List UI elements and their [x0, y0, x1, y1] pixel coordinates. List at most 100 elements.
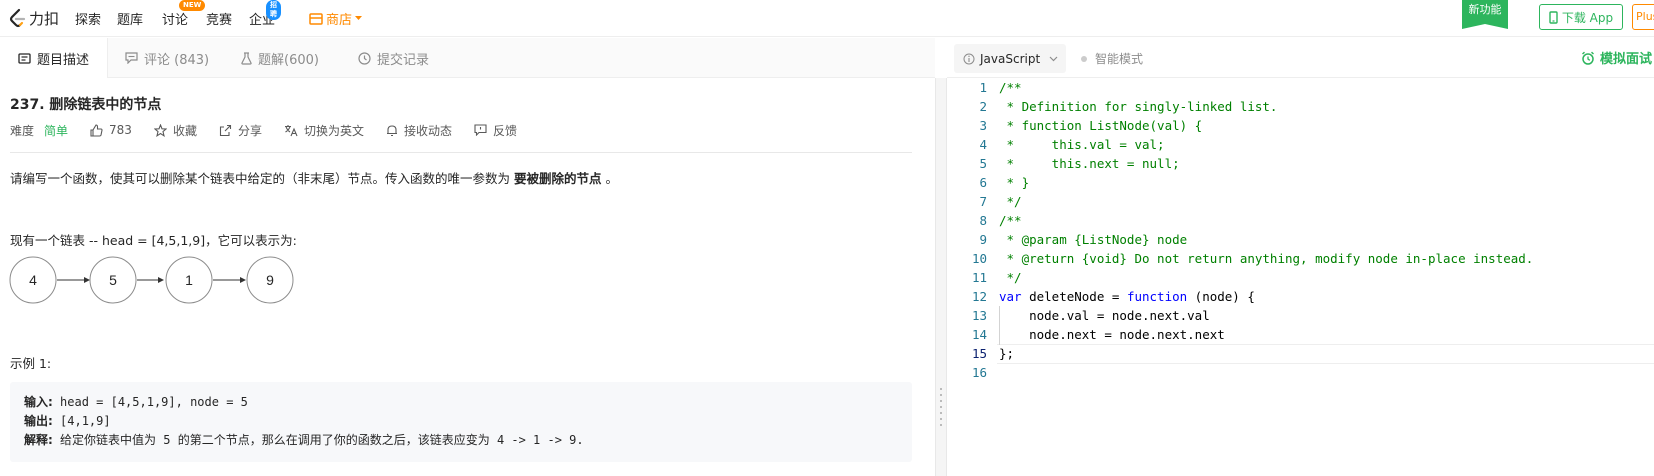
top-navbar: 力扣 探索 题库 讨论 NEW 竞赛 企业 招聘 商店 新功能 下载 App P…: [0, 0, 1654, 37]
subscribe-label: 接收动态: [403, 123, 452, 138]
nav-problemset[interactable]: 题库: [117, 9, 143, 28]
feedback-button[interactable]: 反馈: [474, 122, 517, 139]
code-line[interactable]: 10 * @return {void} Do not return anythi…: [947, 249, 1654, 269]
code-editor[interactable]: 1 /** 2 * Definition for singly-linked lis…: [947, 78, 1654, 476]
code-token: };: [999, 346, 1015, 361]
code-text: * @return {void} Do not return anything,…: [999, 249, 1534, 269]
share-icon: [219, 124, 232, 136]
example-output: 输出: [4,1,9]: [24, 412, 898, 431]
line-number: 3: [979, 118, 987, 133]
flask-icon: [241, 51, 252, 65]
code-token: /**: [999, 80, 1022, 95]
line-number: 2: [979, 99, 987, 114]
code-token: /**: [999, 213, 1022, 228]
nav-discuss[interactable]: 讨论 NEW: [162, 0, 206, 28]
code-line[interactable]: 15};: [947, 344, 1654, 364]
example-output-label: 输出:: [24, 414, 53, 428]
chevron-down-icon: [355, 16, 363, 20]
example-explanation-value: 给定你链表中值为 5 的第二个节点，那么在调用了你的函数之后，该链表应变为 4 …: [52, 433, 584, 447]
editor-toolbar: JavaScript 智能模式 模拟面试: [947, 38, 1654, 78]
example-title: 示例 1:: [10, 356, 52, 371]
code-line[interactable]: 14 node.next = node.next.next: [947, 325, 1654, 345]
code-line[interactable]: 5 * this.next = null;: [947, 154, 1654, 174]
code-token: (node) {: [1187, 289, 1255, 304]
like-count: 783: [109, 123, 132, 137]
hiring-badge: 招聘: [266, 0, 281, 20]
code-line[interactable]: 2 * Definition for singly-linked list.: [947, 97, 1654, 117]
line-number: 10: [971, 251, 987, 266]
code-line[interactable]: 8 /**: [947, 211, 1654, 231]
nav-explore[interactable]: 探索: [75, 9, 101, 28]
code-token: node.next = node.next.next: [999, 327, 1225, 342]
code-line[interactable]: 4 * this.val = val;: [947, 135, 1654, 155]
tab-description-label: 题目描述: [37, 52, 90, 68]
plus-button[interactable]: Plus: [1632, 4, 1654, 30]
tab-description[interactable]: 题目描述: [0, 38, 109, 78]
code-text: /**: [999, 78, 1022, 98]
example-output-value: [4,1,9]: [52, 414, 111, 428]
panel-splitter[interactable]: [935, 78, 947, 476]
list-node: 1: [165, 256, 213, 304]
share-label: 分享: [237, 123, 262, 138]
smart-mode-toggle[interactable]: 智能模式: [1081, 50, 1143, 67]
smart-mode-label: 智能模式: [1095, 52, 1144, 66]
line-number: 7: [979, 194, 987, 209]
linked-list-diagram: 4 5 1 9: [9, 256, 294, 304]
line-number: 6: [979, 175, 987, 190]
code-line[interactable]: 6 * }: [947, 173, 1654, 193]
favorite-button[interactable]: 收藏: [153, 122, 197, 139]
line-number: 13: [971, 308, 987, 323]
description-icon: [18, 52, 31, 64]
problem-description: 请编写一个函数，使其可以删除某个链表中给定的（非末尾）节点。传入函数的唯一参数为…: [10, 168, 618, 187]
example-block: 输入: head = [4,5,1,9], node = 5 输出: [4,1,…: [10, 382, 912, 462]
code-line[interactable]: 13 node.val = node.next.val: [947, 306, 1654, 326]
line-number: 1: [979, 80, 987, 95]
code-token: function: [1126, 289, 1188, 304]
leetcode-logo[interactable]: 力扣: [8, 7, 59, 29]
code-line[interactable]: 1 /**: [947, 78, 1654, 98]
code-line[interactable]: 11 */: [947, 268, 1654, 288]
code-token: * @param {ListNode} node: [999, 232, 1188, 247]
nav-contest[interactable]: 竞赛: [206, 9, 232, 28]
tab-submissions[interactable]: 提交记录: [358, 38, 429, 78]
alarm-clock-icon: [1582, 51, 1594, 65]
like-button[interactable]: 783: [90, 123, 132, 137]
indent-guide: [999, 325, 1000, 345]
language-select-value: JavaScript: [980, 51, 1041, 66]
code-text: };: [999, 344, 1014, 364]
mock-interview-button[interactable]: 模拟面试: [1581, 48, 1652, 67]
content-divider: [10, 152, 912, 153]
code-line[interactable]: 9 * @param {ListNode} node: [947, 230, 1654, 250]
tab-solutions[interactable]: 题解(600): [241, 38, 319, 78]
code-token: deleteNode =: [1021, 289, 1127, 304]
tab-comments[interactable]: 评论 (843): [125, 38, 209, 78]
code-line[interactable]: 16: [947, 363, 1654, 383]
code-text: */: [999, 268, 1022, 288]
subscribe-button[interactable]: 接收动态: [386, 122, 452, 139]
line-number: 16: [971, 365, 987, 380]
example-explanation-label: 解释:: [24, 433, 53, 447]
linked-list-intro: 现有一个链表 -- head = [4,5,1,9]，它可以表示为:: [10, 233, 297, 248]
code-text: /**: [999, 211, 1022, 231]
description-text: 请编写一个函数，使其可以删除某个链表中给定的（非末尾）节点。传入函数的唯一参数为: [10, 171, 514, 186]
list-node: 5: [89, 256, 137, 304]
code-line[interactable]: 7 */: [947, 192, 1654, 212]
code-token: * function ListNode(val) {: [999, 118, 1203, 133]
feedback-icon: [474, 124, 487, 136]
new-feature-ribbon[interactable]: 新功能: [1462, 0, 1508, 29]
problem-tabs: 题目描述 评论 (843) 题解(600) 提交记录: [0, 38, 935, 78]
store-icon: [309, 12, 323, 25]
list-node-value: 9: [266, 272, 274, 288]
download-app-label: 下载 App: [1561, 10, 1614, 25]
code-line[interactable]: 3 * function ListNode(val) {: [947, 116, 1654, 136]
code-line[interactable]: 12 var deleteNode = function (node) {: [947, 287, 1654, 307]
nav-enterprise[interactable]: 企业 招聘: [249, 0, 281, 28]
switch-language-button[interactable]: 切换为英文: [284, 122, 364, 139]
comment-icon: [125, 52, 138, 64]
language-select[interactable]: JavaScript: [954, 44, 1066, 73]
code-text: * Definition for singly-linked list.: [999, 97, 1278, 117]
nav-store[interactable]: 商店: [309, 9, 363, 28]
share-button[interactable]: 分享: [219, 122, 262, 139]
code-token: * }: [999, 175, 1030, 190]
download-app-button[interactable]: 下载 App: [1539, 4, 1623, 30]
